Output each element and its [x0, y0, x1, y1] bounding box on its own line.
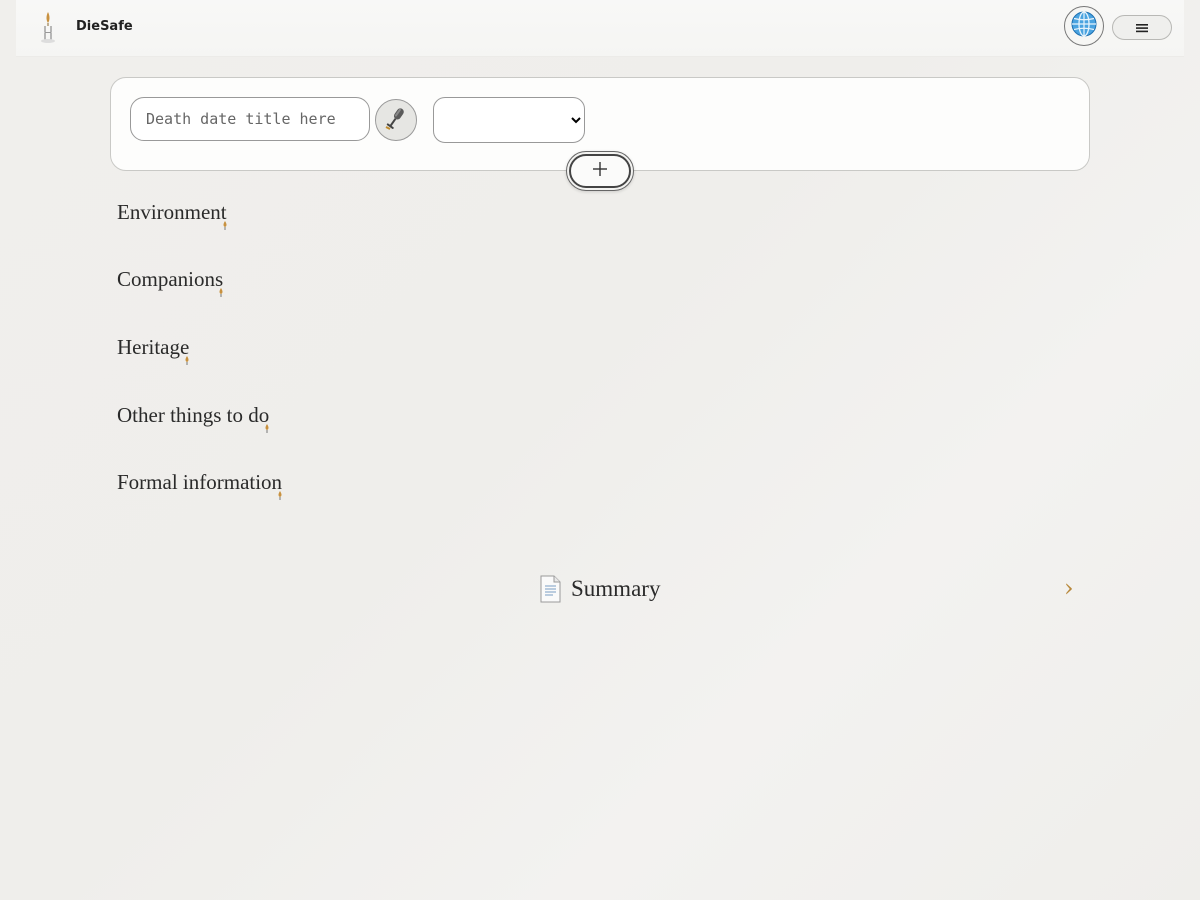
death-date-title-input[interactable] — [130, 97, 370, 141]
candle-marker-icon — [264, 414, 270, 433]
hamburger-menu-icon — [1136, 18, 1148, 37]
language-button[interactable] — [1064, 6, 1104, 46]
candle-marker-icon — [184, 346, 190, 365]
document-icon — [537, 575, 563, 603]
summary-link[interactable]: Summary — [537, 574, 660, 604]
voice-input-button[interactable] — [375, 99, 417, 141]
section-label: Environment — [117, 200, 227, 224]
globe-icon — [1071, 11, 1097, 41]
menu-button[interactable] — [1112, 15, 1172, 40]
section-heritage[interactable]: Heritage — [117, 335, 190, 365]
chevron-right-icon[interactable]: › — [1064, 574, 1078, 602]
candle-marker-icon — [222, 211, 228, 230]
date-type-select[interactable] — [433, 97, 585, 143]
plus-icon — [592, 161, 608, 181]
section-label: Other things to do — [117, 403, 270, 427]
section-label: Formal information — [117, 470, 283, 494]
brand-name[interactable]: DieSafe — [76, 19, 133, 34]
add-button[interactable] — [566, 151, 634, 191]
candle-marker-icon — [218, 278, 224, 297]
section-formal-information[interactable]: Formal information — [117, 470, 283, 500]
microphone-icon — [383, 105, 409, 135]
section-environment[interactable]: Environment — [117, 200, 228, 230]
section-companions[interactable]: Companions — [117, 267, 224, 297]
candle-icon[interactable] — [38, 10, 58, 44]
top-bar: DieSafe — [16, 0, 1184, 57]
section-label: Companions — [117, 267, 224, 291]
summary-label: Summary — [571, 576, 661, 601]
candle-marker-icon — [277, 481, 283, 500]
section-label: Heritage — [117, 335, 190, 359]
section-other-things-to-do[interactable]: Other things to do — [117, 403, 270, 433]
